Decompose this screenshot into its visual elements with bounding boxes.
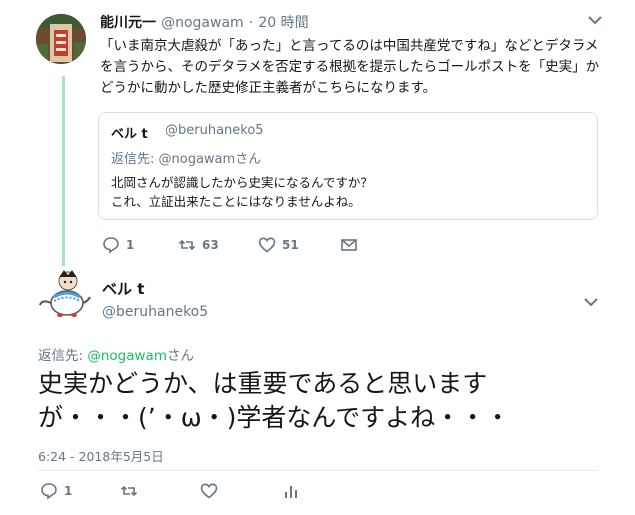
analytics-icon	[285, 486, 297, 498]
tweet-time[interactable]: 20 時間	[258, 15, 308, 31]
reply-mention: @nogawamさん	[158, 152, 262, 167]
avatar[interactable]	[34, 267, 94, 327]
reply-icon	[103, 237, 119, 254]
chevron-down-icon[interactable]	[588, 10, 602, 29]
reply-to: 返信先: @nogawamさん	[38, 344, 194, 364]
reply-count: 1	[126, 238, 135, 252]
analytics-action[interactable]	[282, 482, 300, 500]
heart-icon	[200, 483, 218, 499]
reply-icon	[41, 483, 57, 500]
mail-icon	[341, 239, 357, 251]
tweet-text: 「いま南京大虐殺が「あった」と言ってるのは中国共産党ですね」などとデタラメを言う…	[100, 38, 600, 96]
avatar-image	[36, 14, 86, 64]
chevron-down-icon[interactable]	[584, 292, 598, 311]
reply-count: 1	[64, 484, 73, 498]
like-count: 51	[282, 238, 299, 252]
tweet-text-line: が・・・(ʼ・ω・)学者なんですよね・・・	[38, 403, 511, 432]
tweet-text-line: 史実かどうか、は重要であると思います	[38, 369, 488, 398]
like-action[interactable]	[200, 482, 218, 500]
retweet-icon	[178, 239, 196, 251]
quoted-text-line: 北岡さんが認識したから史実になるんですか？	[111, 175, 373, 190]
avatar[interactable]	[36, 14, 86, 64]
reply-label: 返信先:	[38, 348, 88, 364]
thread-connector	[62, 76, 65, 266]
reply-label: 返信先:	[111, 152, 159, 167]
quoted-author-name: ベル t	[111, 127, 148, 142]
quoted-tweet[interactable]: ベル t @beruhaneko5 返信先: @nogawamさん 北岡さんが認…	[98, 112, 598, 220]
retweet-icon	[120, 485, 138, 497]
author-name[interactable]: 能川元一	[100, 15, 156, 31]
author-handle[interactable]: @beruhaneko5	[102, 304, 208, 320]
author-handle[interactable]: @nogawam	[161, 15, 244, 31]
reply-action[interactable]: 1	[40, 482, 72, 500]
heart-icon	[258, 237, 276, 253]
retweet-action[interactable]	[120, 482, 138, 500]
quoted-author-handle: @beruhaneko5	[165, 123, 264, 138]
divider	[38, 470, 598, 471]
message-action[interactable]	[340, 236, 358, 254]
parent-tweet-header: 能川元一 @nogawam · 20 時間	[100, 12, 309, 32]
quoted-reply-to: 返信先: @nogawamさん	[111, 148, 261, 167]
reply-mention-link[interactable]: @nogawam	[87, 348, 167, 364]
meta-separator: ·	[248, 15, 254, 31]
retweet-count: 63	[202, 238, 219, 252]
tweet-timestamp[interactable]: 6:24 - 2018年5月5日	[38, 446, 164, 465]
reply-action[interactable]: 1	[102, 236, 134, 254]
quoted-text-line: これ、立証出来たことにはなりませんよね。	[111, 194, 361, 209]
main-tweet-header: ベル t @beruhaneko5	[102, 278, 208, 320]
tweet-text: 史実かどうか、は重要であると思います が・・・(ʼ・ω・)学者なんですよね・・・	[38, 367, 598, 435]
reply-suffix: さん	[166, 348, 194, 364]
quoted-text: 北岡さんが認識したから史実になるんですか？ これ、立証出来たことにはなりませんよ…	[111, 173, 373, 211]
like-action[interactable]: 51	[258, 236, 299, 254]
retweet-action[interactable]: 63	[178, 236, 219, 254]
avatar-image	[34, 267, 94, 327]
author-name[interactable]: ベル t	[102, 278, 208, 299]
